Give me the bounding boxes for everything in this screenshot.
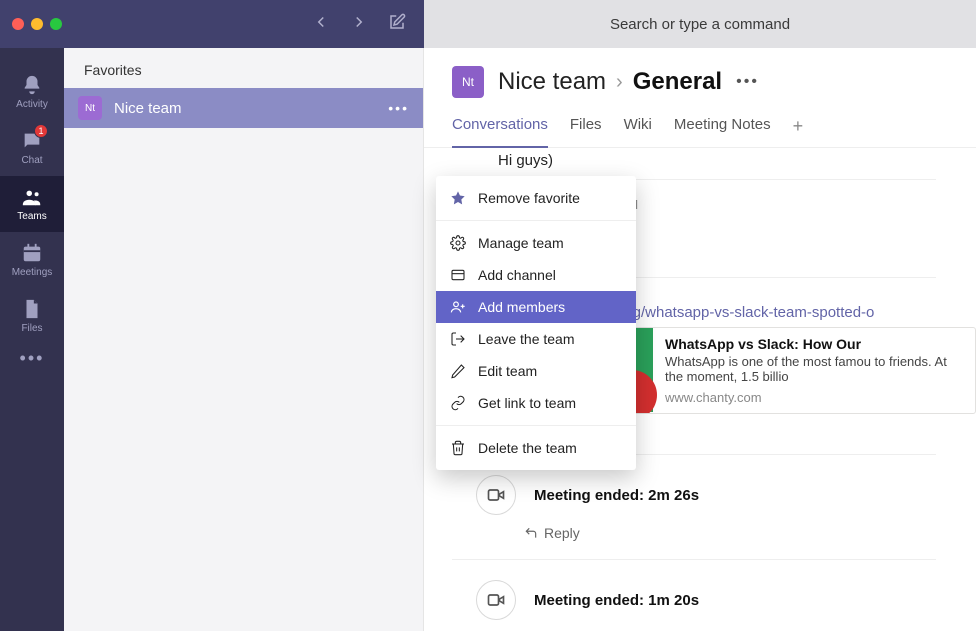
tab-conversations[interactable]: Conversations <box>452 116 548 148</box>
chat-header: Nt Nice team › General ••• <box>424 48 976 98</box>
rail-files[interactable]: Files <box>0 288 64 344</box>
card-desc: WhatsApp is one of the most famou to fri… <box>665 354 963 384</box>
meeting-text: Meeting ended: 2m 26s <box>534 487 699 504</box>
rail-chat[interactable]: 1 Chat <box>0 120 64 176</box>
ctx-delete-team[interactable]: Delete the team <box>436 432 636 464</box>
ctx-manage-team[interactable]: Manage team <box>436 227 636 259</box>
team-avatar: Nt <box>78 96 102 120</box>
channel-tabs: Conversations Files Wiki Meeting Notes + <box>424 98 976 148</box>
rail-teams[interactable]: Teams <box>0 176 64 232</box>
rail-label: Teams <box>17 211 46 222</box>
meeting-text: Meeting ended: 1m 20s <box>534 592 699 609</box>
team-row[interactable]: Nt Nice team ••• <box>64 88 423 128</box>
meeting-icon <box>476 580 516 620</box>
team-more-icon[interactable]: ••• <box>388 100 409 116</box>
ctx-edit-team[interactable]: Edit team <box>436 355 636 387</box>
card-title: WhatsApp vs Slack: How Our <box>665 336 963 352</box>
chevron-right-icon: › <box>616 71 623 94</box>
crumb-channel[interactable]: General <box>633 68 722 96</box>
card-site: www.chanty.com <box>665 390 963 405</box>
ctx-add-channel[interactable]: Add channel <box>436 259 636 291</box>
ctx-remove-favorite[interactable]: Remove favorite <box>436 182 636 214</box>
nav-forward-icon[interactable] <box>350 13 368 36</box>
header-avatar: Nt <box>452 66 484 98</box>
tab-files[interactable]: Files <box>570 116 602 147</box>
rail-label: Meetings <box>12 267 53 278</box>
breadcrumb: Nice team › General ••• <box>498 68 759 96</box>
maximize-window[interactable] <box>50 18 62 30</box>
ctx-leave-team[interactable]: Leave the team <box>436 323 636 355</box>
message-text: Hi guys) <box>452 152 976 169</box>
tab-add-icon[interactable]: + <box>793 116 804 147</box>
search-input[interactable]: Search or type a command <box>424 0 976 48</box>
team-name: Nice team <box>114 100 182 117</box>
ctx-get-link[interactable]: Get link to team <box>436 387 636 419</box>
meeting-ended-row: Meeting ended: 2m 26s <box>452 465 976 519</box>
rail-more-icon[interactable]: ••• <box>20 348 45 369</box>
reply-button[interactable]: Reply <box>452 519 976 549</box>
rail-label: Chat <box>21 155 42 166</box>
reply-button[interactable]: Reply <box>452 624 976 631</box>
crumb-team[interactable]: Nice team <box>498 68 606 96</box>
compose-icon[interactable] <box>388 13 406 36</box>
panel-section: Favorites <box>64 48 423 88</box>
channel-more-icon[interactable]: ••• <box>736 73 759 91</box>
rail-label: Activity <box>16 99 48 110</box>
rail-meetings[interactable]: Meetings <box>0 232 64 288</box>
titlebar: Search or type a command <box>0 0 976 48</box>
chat-badge: 1 <box>34 124 48 138</box>
minimize-window[interactable] <box>31 18 43 30</box>
app-rail: Activity 1 Chat Teams Meetings Files ••• <box>0 48 64 631</box>
rail-label: Files <box>21 323 42 334</box>
window-controls <box>12 18 62 30</box>
nav-back-icon[interactable] <box>312 13 330 36</box>
close-window[interactable] <box>12 18 24 30</box>
rail-activity[interactable]: Activity <box>0 64 64 120</box>
ctx-add-members[interactable]: Add members <box>436 291 636 323</box>
meeting-icon <box>476 475 516 515</box>
teams-panel: Favorites Nt Nice team ••• <box>64 48 424 631</box>
team-context-menu: Remove favorite Manage team Add channel … <box>436 176 636 470</box>
tab-meeting-notes[interactable]: Meeting Notes <box>674 116 771 147</box>
meeting-ended-row: Meeting ended: 1m 20s <box>452 570 976 624</box>
tab-wiki[interactable]: Wiki <box>624 116 652 147</box>
